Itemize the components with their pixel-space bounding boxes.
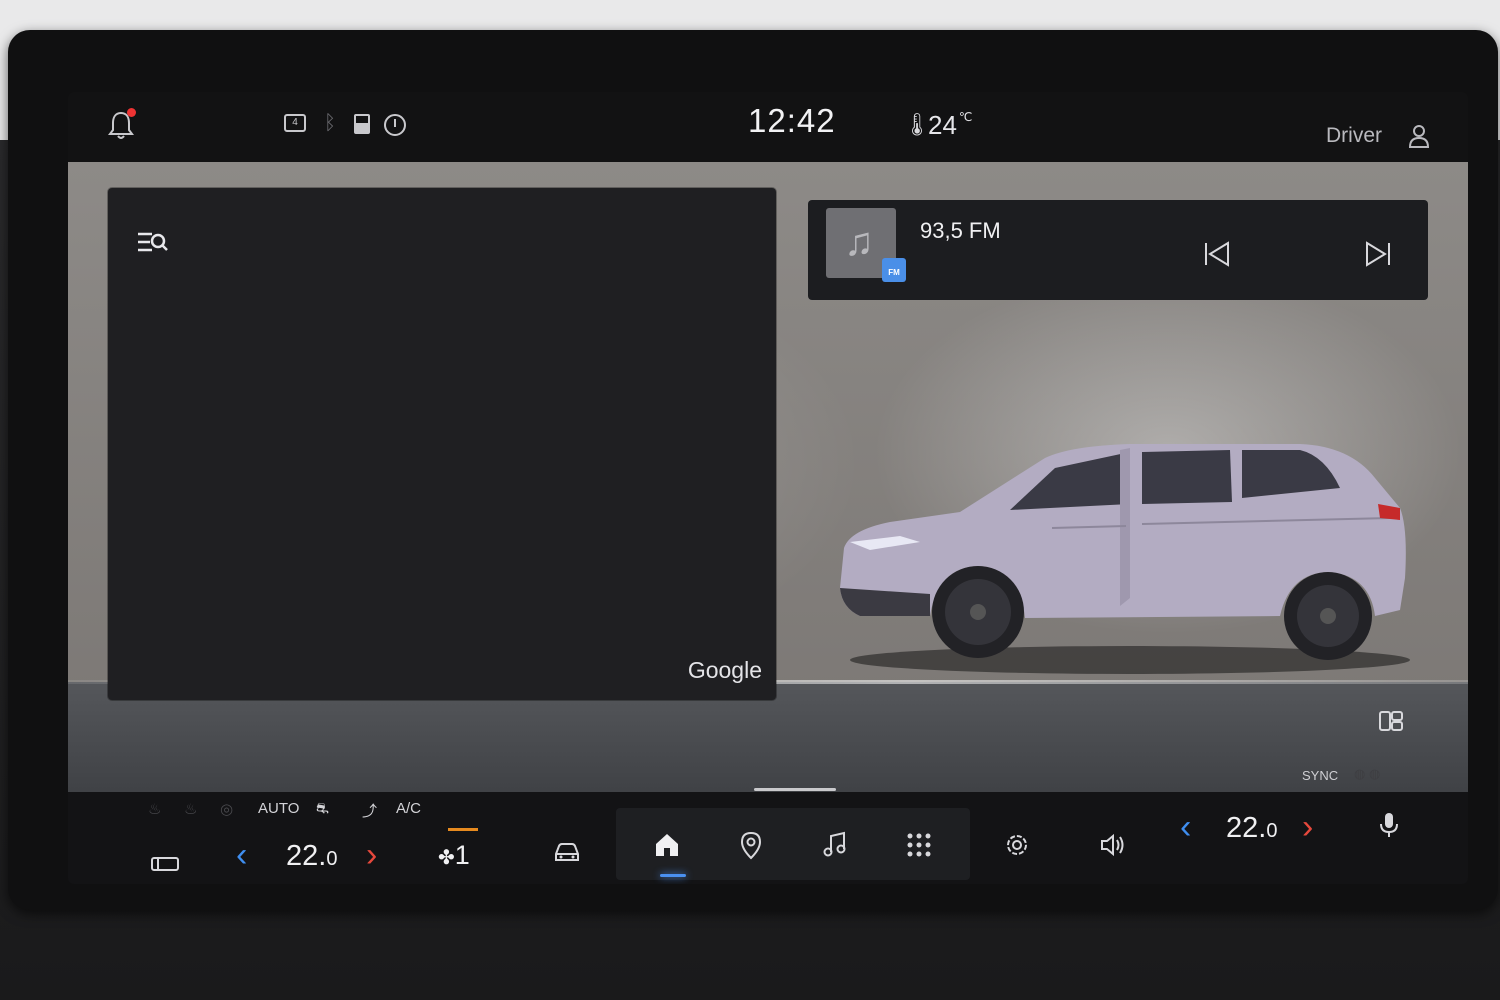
fan-level-indicator [448,828,478,831]
driver-temp-up-button[interactable]: › [366,836,377,875]
driver-temperature: 22.0 [286,840,337,873]
seat-heat-icon[interactable]: ♨ [148,800,161,818]
display-bezel: 4 ᛒ 12:42 🌡︎ 24 ℃ Driver Google ♫ FM 93,… [8,30,1498,910]
vehicle-image[interactable] [830,438,1410,678]
steering-heat-icon[interactable]: ◎ [220,800,233,818]
fan-speed-button[interactable]: ✤1 [438,840,470,871]
apps-icon[interactable] [904,830,934,860]
card-icon [354,114,370,134]
seat-icon[interactable] [150,854,180,874]
power-icon[interactable] [384,114,406,136]
seat-vent-icon[interactable]: ♨ [184,800,197,818]
passenger-temp-whole: 22. [1226,812,1267,844]
passenger-temp-up-button[interactable]: › [1302,808,1313,847]
volume-icon[interactable] [1098,830,1128,860]
passenger-temperature: 22.0 [1226,812,1277,845]
gear-icon[interactable] [1002,830,1032,860]
auto-climate-button[interactable]: AUTO [258,800,299,817]
passenger-temp-down-button[interactable]: ‹ [1180,808,1191,847]
music-icon[interactable] [820,830,850,860]
clock: 12:42 [748,102,836,139]
nav-dock [616,808,970,880]
notification-dot [127,108,136,117]
profile-name[interactable]: Driver [1326,124,1382,148]
ac-button[interactable]: A/C [396,800,421,817]
layout-toggle-icon[interactable] [1378,710,1404,732]
outside-temp-value: 24 [928,110,957,140]
home-icon[interactable] [652,830,682,860]
drawer-handle[interactable] [754,788,836,791]
next-track-button[interactable] [1363,240,1393,268]
sync-indicator-icon: ◍ ◍ [1354,766,1381,781]
infotainment-screen: 4 ᛒ 12:42 🌡︎ 24 ℃ Driver Google ♫ FM 93,… [68,92,1468,884]
search-menu-icon[interactable] [136,230,170,256]
map-provider-label: Google [687,657,762,683]
driver-temp-down-button[interactable]: ‹ [236,836,247,875]
passenger-temp-decimal: 0 [1266,820,1278,842]
home-active-indicator [660,874,686,877]
map-panel[interactable]: Google [108,188,776,700]
thermometer-icon: 🌡︎ [903,112,931,137]
previous-track-button[interactable] [1202,240,1232,268]
location-icon[interactable] [736,830,766,860]
mic-icon[interactable] [1374,810,1404,840]
airflow-mode-icon[interactable]: ⤴ [362,800,377,821]
fan-icon: ✤ [438,847,455,869]
bluetooth-icon: ᛒ [324,112,336,134]
status-bar: 4 ᛒ 12:42 🌡︎ 24 ℃ Driver [68,92,1468,162]
fan-level: 1 [454,840,470,870]
bell-icon[interactable] [108,108,136,140]
car-icon[interactable] [552,836,582,866]
outside-temperature: 24 ℃ [928,110,972,141]
driver-temp-decimal: 0 [326,848,338,870]
station-name: 93,5 FM [920,218,1001,243]
media-panel[interactable]: ♫ FM 93,5 FM [808,200,1428,300]
sync-button[interactable]: SYNC [1302,768,1338,783]
climate-dock-bar: ♨ ♨ ◎ AUTO ⛐ ⤴ A/C ‹ 22.0 › ✤1 ‹ 22.0 › [68,792,1468,884]
recirculation-icon[interactable]: ⛐ [316,800,329,819]
fm-source-badge: FM [882,258,906,282]
message-icon[interactable]: 4 [284,114,306,132]
driver-temp-whole: 22. [286,840,327,872]
person-icon[interactable] [1408,124,1430,148]
outside-temp-unit: ℃ [958,110,973,124]
music-note-icon: ♫ [844,220,874,264]
